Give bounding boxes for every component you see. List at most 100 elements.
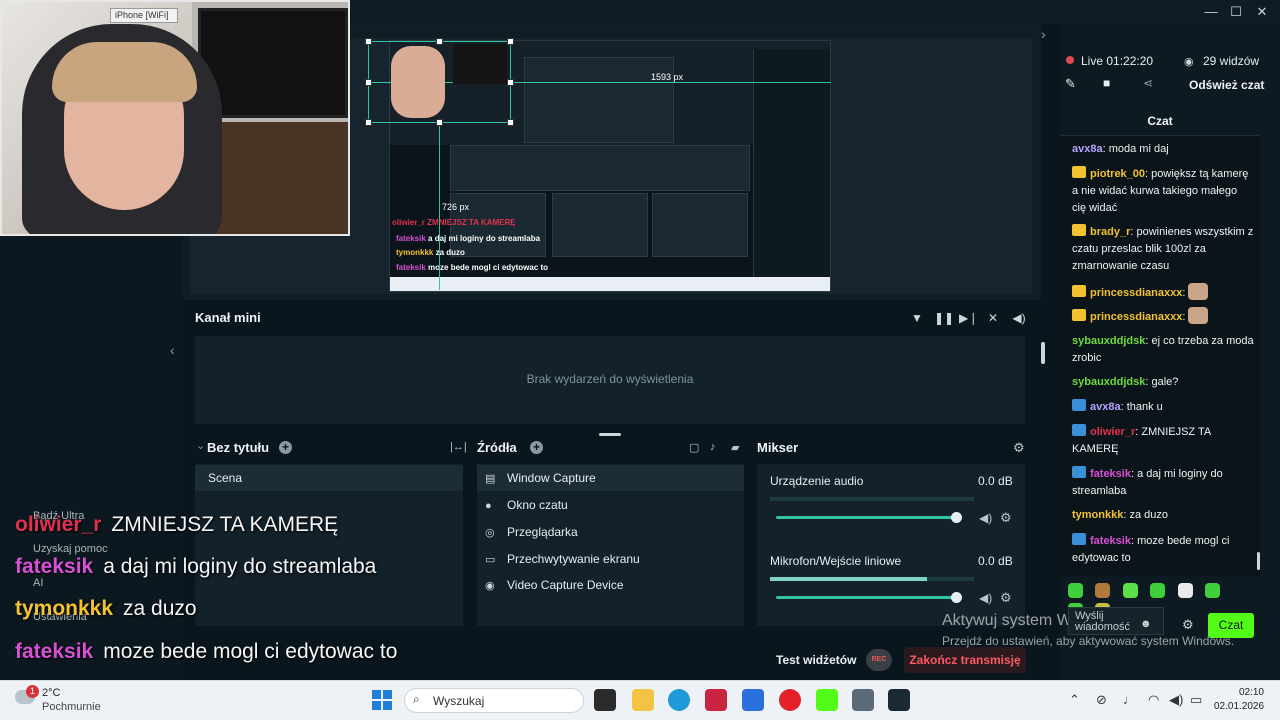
emote-icon[interactable]: [1095, 583, 1111, 598]
mute-alerts-icon[interactable]: ✕: [985, 310, 1001, 326]
menu-help[interactable]: Uzyskaj pomoc: [33, 543, 108, 555]
chat-username[interactable]: piotrek_00: [1090, 168, 1145, 180]
chevron-right-icon[interactable]: ›: [1041, 26, 1046, 42]
chat-username[interactable]: sybauxddjdsk: [1072, 376, 1145, 388]
emote-icon[interactable]: [1068, 583, 1083, 598]
chat-username[interactable]: tymonkkk: [1072, 509, 1123, 521]
weather-temp[interactable]: 2°C: [42, 687, 60, 699]
gear-icon[interactable]: ⚙: [1182, 617, 1194, 633]
chat-username[interactable]: avx8a: [1090, 401, 1121, 413]
resize-handle[interactable]: [507, 79, 514, 86]
wifi-icon[interactable]: ◠: [1148, 692, 1159, 708]
speaker-icon[interactable]: ◀): [979, 591, 992, 605]
emote-icon[interactable]: [1177, 583, 1193, 598]
source-label: Window Capture: [507, 471, 596, 485]
emote-icon[interactable]: [1122, 583, 1138, 598]
chevron-down-icon[interactable]: ⌄: [196, 439, 205, 452]
chat-scrollbar[interactable]: [1257, 552, 1260, 570]
clapperboard-icon[interactable]: ■: [1103, 76, 1110, 90]
resize-handle[interactable]: [507, 38, 514, 45]
overlay-username: tymonkkk: [15, 597, 114, 620]
resize-handle[interactable]: [365, 119, 372, 126]
volume-slider[interactable]: [776, 516, 958, 519]
resize-handle[interactable]: [436, 119, 443, 126]
edit-icon[interactable]: ✎: [1065, 76, 1076, 92]
speaker-icon[interactable]: ◀): [979, 511, 992, 525]
kick-app-icon[interactable]: [816, 689, 838, 711]
taskbar-search[interactable]: Wyszukaj: [404, 688, 584, 713]
chat-username[interactable]: sybauxddjdsk: [1072, 335, 1145, 347]
date[interactable]: 02.01.2026: [1214, 701, 1264, 712]
chat-username[interactable]: princessdianaxxx: [1090, 311, 1182, 323]
battery-icon[interactable]: ▭: [1190, 692, 1202, 708]
close-button[interactable]: ✕: [1252, 4, 1272, 20]
emote-icon[interactable]: [1205, 583, 1221, 598]
scrollbar[interactable]: [1041, 342, 1045, 364]
selection-box[interactable]: [368, 41, 511, 123]
edge-icon[interactable]: [668, 689, 690, 711]
emoji-icon[interactable]: ☻: [1140, 618, 1152, 630]
opera-icon[interactable]: [779, 689, 801, 711]
resize-handle[interactable]: [365, 38, 372, 45]
pause-icon[interactable]: ❚❚: [934, 310, 954, 326]
end-stream-button[interactable]: Zakończ transmisję: [904, 647, 1026, 673]
add-source-icon[interactable]: +: [530, 441, 543, 454]
refresh-chat-button[interactable]: Odśwież czat: [1189, 78, 1264, 92]
chevron-up-icon[interactable]: ⌃: [1069, 692, 1080, 708]
source-item[interactable]: ◉ Video Capture Device: [477, 572, 744, 598]
security-app-icon[interactable]: [705, 689, 727, 711]
resize-handle[interactable]: [507, 119, 514, 126]
webcam-overlay[interactable]: iPhone [WiFi]: [0, 0, 350, 236]
source-item[interactable]: ● Okno czatu: [477, 492, 744, 518]
source-audio-icon[interactable]: ♪: [710, 441, 716, 453]
source-display-icon[interactable]: ▢: [689, 441, 699, 454]
clock[interactable]: 02:10: [1228, 687, 1264, 698]
minimize-button[interactable]: —: [1201, 4, 1221, 20]
rec-button[interactable]: REC: [866, 649, 892, 671]
settings-app-icon[interactable]: [852, 689, 874, 711]
drag-handle[interactable]: [599, 433, 621, 436]
chevron-left-icon[interactable]: ‹: [170, 342, 175, 358]
add-scene-icon[interactable]: +: [279, 441, 292, 454]
chat-username[interactable]: princessdianaxxx: [1090, 287, 1182, 299]
filter-icon[interactable]: ▼: [909, 310, 925, 326]
volume-slider[interactable]: [776, 596, 958, 599]
test-widgets-button[interactable]: Test widżetów: [776, 653, 856, 667]
chat-username[interactable]: oliwier_r: [1090, 426, 1135, 438]
sources-title: Źródła: [477, 440, 517, 455]
skip-icon[interactable]: ▶❘: [959, 310, 978, 326]
microphone-icon[interactable]: ♩: [1123, 692, 1136, 707]
store-icon[interactable]: [742, 689, 764, 711]
task-view-icon[interactable]: [594, 689, 616, 711]
file-explorer-icon[interactable]: [632, 689, 654, 711]
weather-desc[interactable]: Pochmurnie: [42, 701, 101, 713]
gear-icon[interactable]: ⚙: [1013, 440, 1025, 456]
volume-icon[interactable]: ◀): [1011, 310, 1027, 326]
gear-icon[interactable]: ⚙: [1000, 590, 1012, 606]
chat-username[interactable]: fateksik: [1090, 468, 1131, 480]
windows-start-icon[interactable]: [372, 690, 392, 710]
scene-item[interactable]: Scena: [195, 465, 463, 491]
speaker-icon[interactable]: ◀): [1169, 692, 1183, 708]
send-chat-button[interactable]: Czat: [1208, 613, 1254, 638]
volume-slider-knob[interactable]: [951, 512, 962, 523]
resize-handle[interactable]: [365, 79, 372, 86]
volume-slider-knob[interactable]: [951, 592, 962, 603]
streamlabs-icon[interactable]: [888, 689, 910, 711]
scene-transition-icon[interactable]: |↔|: [450, 441, 467, 453]
alignment-guide: [439, 122, 440, 290]
chat-message: avx8a: thank u: [1072, 399, 1254, 416]
chat-username[interactable]: fateksik: [1090, 535, 1131, 547]
share-icon[interactable]: ⋖: [1143, 76, 1153, 90]
chat-username[interactable]: avx8a: [1072, 143, 1103, 155]
source-item[interactable]: ▤ Window Capture: [477, 465, 744, 491]
gear-icon[interactable]: ⚙: [1000, 510, 1012, 526]
chat-username[interactable]: brady_r: [1090, 226, 1130, 238]
source-item[interactable]: ▭ Przechwytywanie ekranu: [477, 546, 744, 572]
network-off-icon[interactable]: ⊘: [1096, 692, 1107, 708]
folder-icon[interactable]: ▰: [731, 441, 739, 454]
maximize-button[interactable]: ☐: [1226, 4, 1246, 20]
resize-handle[interactable]: [436, 38, 443, 45]
emote-icon[interactable]: [1150, 583, 1166, 598]
source-item[interactable]: ◎ Przeglądarka: [477, 519, 744, 545]
